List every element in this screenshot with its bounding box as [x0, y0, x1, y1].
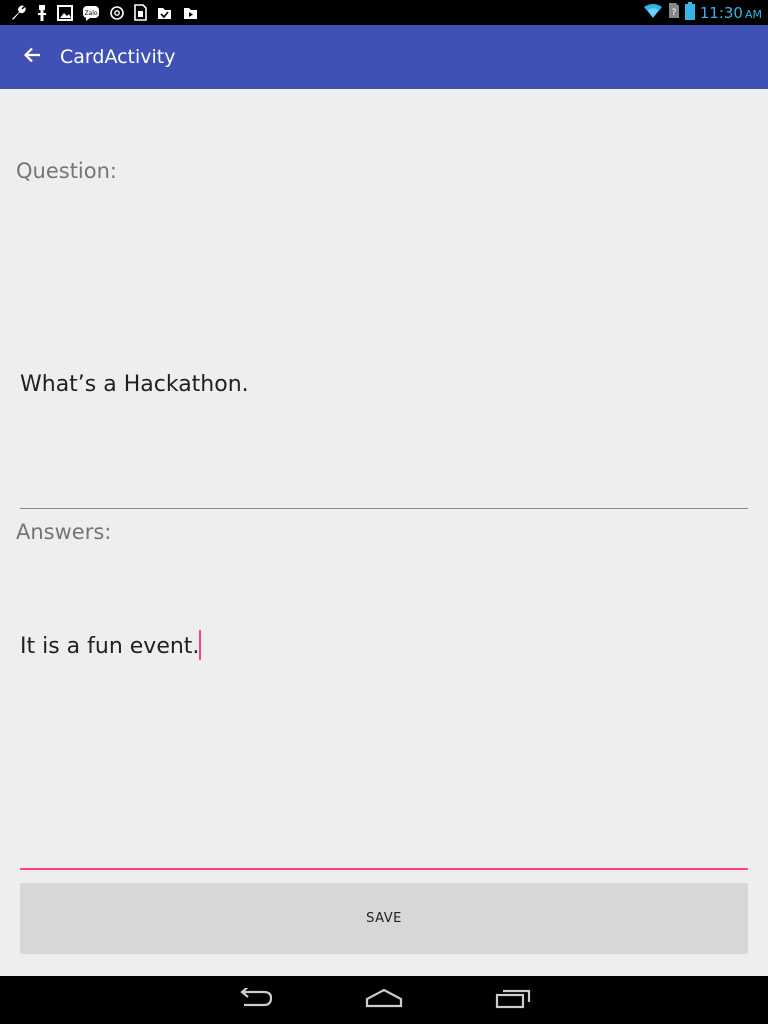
navigation-bar [0, 976, 768, 1024]
battery-icon [684, 1, 695, 24]
save-button[interactable]: SAVE [20, 883, 748, 954]
recents-icon [495, 987, 531, 1013]
notification-icons: Zalo [10, 3, 199, 22]
arrow-back-icon [23, 47, 41, 67]
question-text: What’s a Hackathon. [20, 372, 249, 397]
wrench-icon [10, 4, 27, 21]
answer-field[interactable]: It is a fun event. [20, 618, 748, 870]
media-icon [182, 5, 199, 21]
screen: Zalo ? 11:30 AM CardActivity Question: W… [0, 0, 768, 1024]
clock-ampm: AM [744, 7, 762, 21]
usb-icon [36, 4, 48, 22]
clock: 11:30 AM [700, 4, 762, 22]
svg-text:Zalo: Zalo [84, 10, 97, 17]
no-sim-icon: ? [668, 2, 680, 23]
text-cursor [199, 630, 202, 660]
nav-back-button[interactable] [216, 976, 296, 1024]
wifi-icon [643, 3, 663, 23]
clock-time: 11:30 [699, 3, 743, 22]
download-done-icon [156, 5, 173, 21]
back-button[interactable] [12, 37, 52, 77]
answer-text: It is a fun event. [20, 634, 200, 659]
nav-recents-button[interactable] [473, 976, 553, 1024]
status-bar: Zalo ? 11:30 AM [0, 0, 768, 25]
answers-label: Answers: [16, 520, 112, 544]
zalo-icon: Zalo [82, 5, 100, 21]
nav-home-button[interactable] [344, 976, 424, 1024]
sync-icon [109, 5, 125, 21]
app-toolbar: CardActivity [0, 25, 768, 89]
home-icon [365, 988, 403, 1012]
question-label: Question: [16, 159, 118, 183]
svg-text:?: ? [671, 8, 676, 18]
answer-value: It is a fun event. [20, 630, 202, 660]
back-icon [238, 986, 274, 1012]
question-field[interactable]: What’s a Hackathon. [20, 360, 748, 509]
system-icons: ? 11:30 AM [643, 0, 762, 25]
image-icon [57, 4, 73, 21]
sim-card-icon [134, 4, 147, 21]
toolbar-title: CardActivity [60, 46, 176, 68]
